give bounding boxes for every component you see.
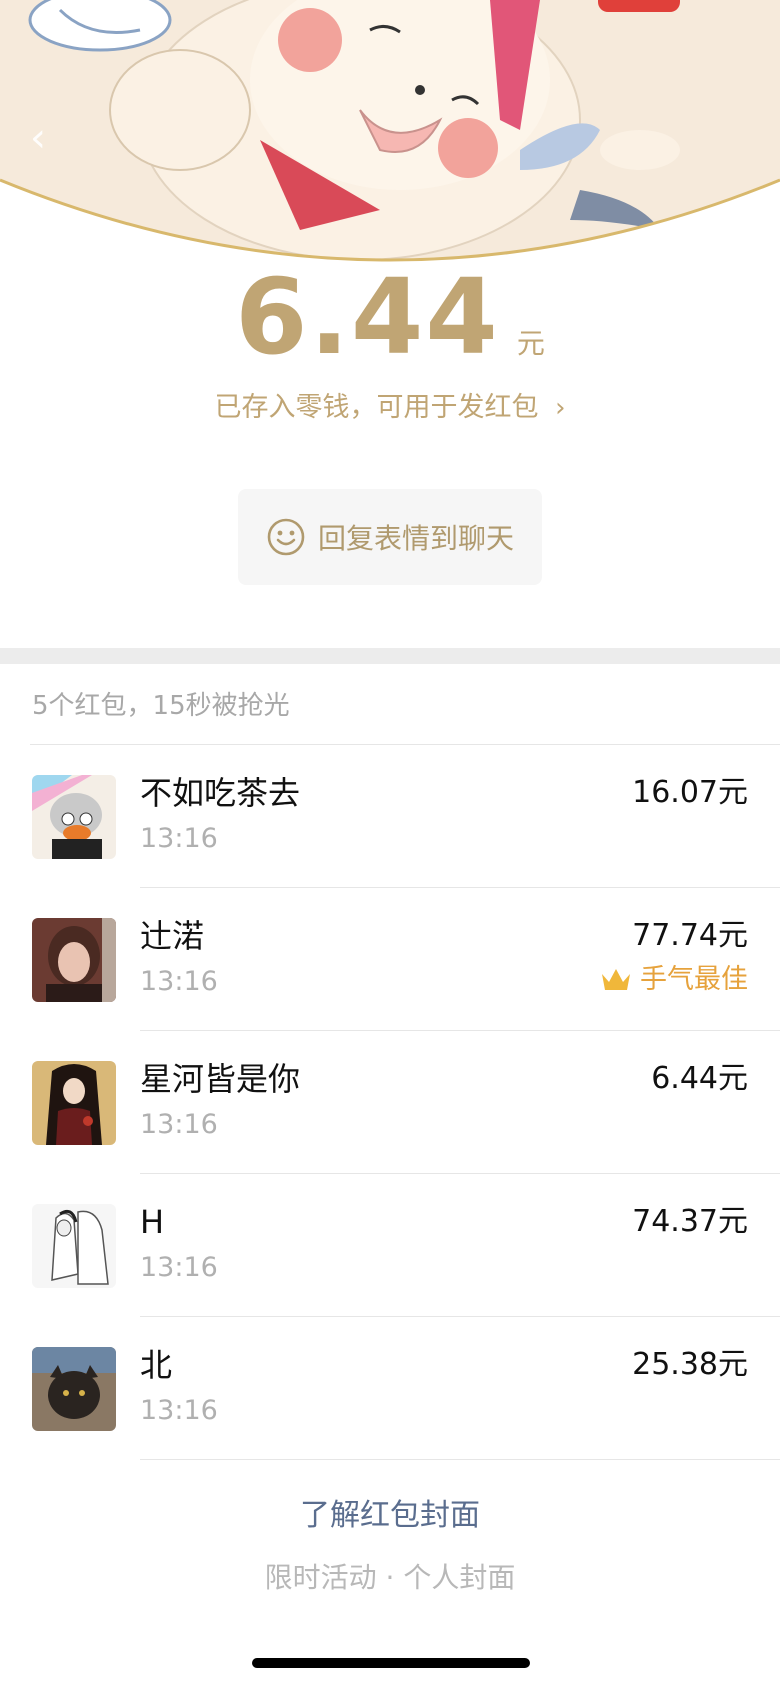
list-item[interactable]: 不如吃茶去 13:16 16.07元 (0, 745, 780, 888)
record-name: H (140, 1203, 165, 1241)
smile-icon (267, 518, 305, 556)
red-packet-cover-illustration: ‹ (0, 0, 780, 270)
list-item[interactable]: H 13:16 74.37元 (0, 1174, 780, 1317)
best-luck-label: 手气最佳 (640, 964, 748, 995)
list-item[interactable]: 星河皆是你 13:16 6.44元 (0, 1031, 780, 1174)
record-name: 辻渃 (140, 917, 205, 955)
list-item[interactable]: 辻渃 13:16 77.74元 手气最佳 (0, 888, 780, 1031)
stored-to-balance-text: 已存入零钱，可用于发红包 (214, 392, 539, 423)
reply-sticker-button[interactable]: 回复表情到聊天 (238, 489, 542, 585)
record-amount: 25.38元 (632, 1347, 748, 1382)
reply-sticker-label: 回复表情到聊天 (317, 522, 514, 555)
promo-text[interactable]: 限时活动 · 个人封面 (0, 1556, 780, 1600)
record-amount: 74.37元 (632, 1204, 748, 1239)
section-divider (0, 648, 780, 664)
record-time: 13:16 (140, 823, 218, 854)
record-name: 星河皆是你 (140, 1060, 301, 1098)
avatar (32, 1204, 116, 1288)
best-luck-badge: 手气最佳 (600, 960, 748, 1000)
avatar (32, 1347, 116, 1431)
received-amount-unit: 元 (516, 327, 545, 360)
record-time: 13:16 (140, 966, 218, 997)
record-time: 13:16 (140, 1395, 218, 1426)
cover-badge (598, 0, 680, 12)
record-name: 北 (140, 1346, 173, 1384)
avatar (32, 775, 116, 859)
packet-summary: 5个红包，15秒被抢光 (32, 691, 290, 721)
record-time: 13:16 (140, 1252, 218, 1283)
stored-to-balance-link[interactable]: 已存入零钱，可用于发红包 › (0, 388, 780, 428)
record-amount: 16.07元 (632, 775, 748, 810)
record-amount: 77.74元 (632, 918, 748, 953)
avatar (32, 1061, 116, 1145)
chevron-left-icon[interactable]: ‹ (30, 118, 58, 158)
record-time: 13:16 (140, 1109, 218, 1140)
received-amount-block: 6.44 元 (0, 262, 780, 372)
home-indicator[interactable] (252, 1658, 530, 1668)
avatar (32, 918, 116, 1002)
chevron-right-icon: › (555, 393, 566, 423)
learn-cover-link[interactable]: 了解红包封面 (0, 1494, 780, 1538)
crown-icon (602, 969, 630, 990)
received-amount: 6.44 (235, 256, 500, 378)
claim-records-list: 不如吃茶去 13:16 16.07元 辻渃 13:16 77.74元 手气最佳 (0, 745, 780, 1460)
record-amount: 6.44元 (651, 1061, 748, 1096)
divider (140, 1459, 780, 1460)
record-name: 不如吃茶去 (140, 774, 301, 812)
list-item[interactable]: 北 13:16 25.38元 (0, 1317, 780, 1460)
